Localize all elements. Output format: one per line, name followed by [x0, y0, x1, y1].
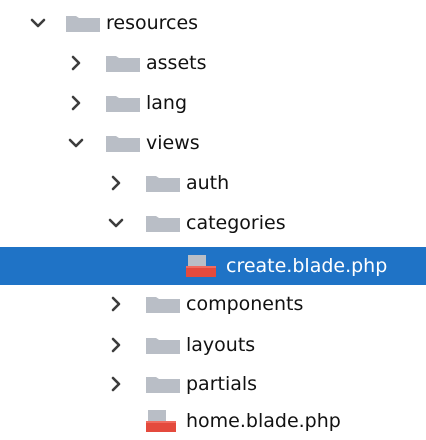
tree-node-label: auth — [186, 172, 230, 194]
tree-node-label: components — [186, 293, 304, 315]
tree-node-label: views — [146, 132, 200, 154]
chevron-right-icon[interactable] — [104, 172, 128, 194]
folder-icon — [146, 214, 180, 232]
tree-node-label: home.blade.php — [186, 410, 341, 432]
chevron-down-icon[interactable] — [26, 12, 50, 34]
tree-node-lang[interactable]: lang — [0, 84, 426, 122]
folder-icon — [146, 174, 180, 192]
tree-node-label: resources — [106, 12, 199, 34]
tree-node-partials[interactable]: partials — [0, 365, 426, 403]
chevron-right-icon[interactable] — [64, 92, 88, 114]
tree-node-resources[interactable]: resources — [0, 4, 426, 42]
tree-node-assets[interactable]: assets — [0, 44, 426, 82]
chevron-right-icon[interactable] — [104, 334, 128, 356]
tree-node-label: layouts — [186, 334, 256, 356]
tree-node-categories[interactable]: categories — [0, 204, 426, 242]
blade-file-icon — [184, 255, 218, 277]
folder-icon — [146, 336, 180, 354]
chevron-down-icon[interactable] — [64, 132, 88, 154]
project-file-tree: resources assets lang views auth categor… — [0, 0, 426, 440]
tree-node-auth[interactable]: auth — [0, 164, 426, 202]
folder-icon — [106, 54, 140, 72]
chevron-right-icon[interactable] — [104, 293, 128, 315]
chevron-down-icon[interactable] — [104, 212, 128, 234]
folder-icon — [106, 134, 140, 152]
tree-node-label: lang — [146, 92, 188, 114]
tree-node-label: create.blade.php — [226, 255, 388, 277]
tree-node-components[interactable]: components — [0, 285, 426, 323]
folder-icon — [146, 295, 180, 313]
folder-icon — [66, 14, 100, 32]
tree-node-label: assets — [146, 52, 207, 74]
folder-icon — [146, 375, 180, 393]
tree-node-create-blade-php[interactable]: create.blade.php — [0, 247, 426, 285]
folder-icon — [106, 94, 140, 112]
tree-node-label: partials — [186, 373, 258, 395]
tree-node-home-blade-php[interactable]: home.blade.php — [0, 402, 426, 440]
tree-node-views[interactable]: views — [0, 124, 426, 162]
chevron-right-icon[interactable] — [104, 373, 128, 395]
chevron-right-icon[interactable] — [64, 52, 88, 74]
tree-node-label: categories — [186, 212, 286, 234]
tree-node-layouts[interactable]: layouts — [0, 326, 426, 364]
blade-file-icon — [144, 410, 178, 432]
